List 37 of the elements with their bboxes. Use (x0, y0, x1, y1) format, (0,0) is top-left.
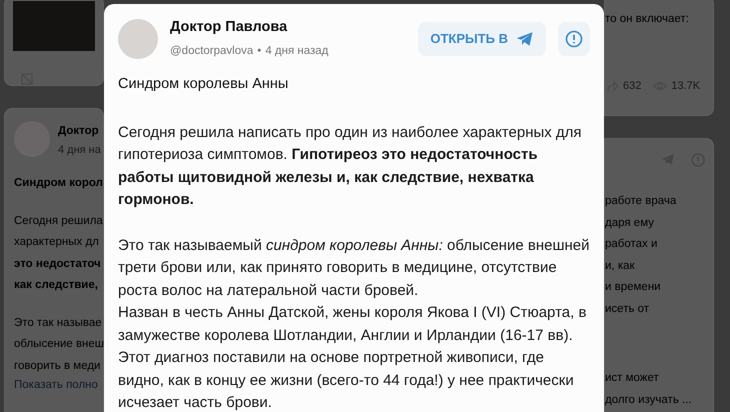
post-text-line: как следствие, (14, 278, 98, 293)
post-paragraph: Это так называемый синдром королевы Анны: облысение внешней трети брови или, как принято говорить в медицине, отсутствие роста волос на латеральной части бровей. (118, 236, 590, 301)
post-text-line: то он включает: (605, 12, 690, 27)
post-text-line: говорить в меди (14, 358, 100, 374)
post-text-line: работе врача (605, 194, 678, 209)
post-time: 4 дня на (58, 142, 101, 157)
telegram-icon (516, 30, 534, 46)
post-text-line: ист может (605, 371, 660, 386)
info-icon (565, 30, 583, 48)
separator-dot: • (257, 44, 262, 59)
share-count: 632 (623, 78, 642, 92)
open-in-telegram-button[interactable]: ОТКРЫТЬ В (418, 22, 546, 56)
post-text-line: даря ему (605, 216, 655, 230)
report-button[interactable] (558, 22, 590, 56)
show-more-link[interactable]: Показать полно (14, 377, 103, 393)
post-text-line: и времени (605, 280, 662, 295)
post-paragraph: Сегодня решила написать про один из наиболее характерных для гипотериоза симптомов. Гипотиреоз это недостаточность работы щитовидной железы и, как следствие, нехватка гормонов. (118, 122, 583, 210)
author-handle[interactable]: @doctorpavlova (170, 42, 254, 60)
post-text-line: характерных дл (14, 235, 99, 250)
post-text-line: облысение внеш (14, 337, 104, 352)
post-text-line: Сегодня решила (14, 214, 103, 228)
post-text-line: работах и (605, 237, 658, 252)
post-title: Синдром королевы Анны (118, 75, 290, 94)
post-text-line: и, как (605, 258, 636, 274)
post-text-line: это недостаточ (14, 256, 101, 272)
image-off-icon (21, 72, 33, 85)
post-paragraph: Назван в честь Анны Датской, жены короля Якова I (VI) Стюарта, в замужестве королева Шотландии, Англии и Ирландии (16-17 вв). (118, 303, 588, 346)
post-text-line: Это так называе (14, 316, 102, 330)
post-time: 4 дня назад (265, 44, 328, 59)
post-title: Синдром корол (14, 176, 103, 191)
author-name: Доктор (58, 124, 100, 140)
post-text-line: исеть от (605, 302, 650, 316)
author-name: Доктор Павлова (170, 18, 288, 37)
view-count: 13.7K (671, 78, 700, 92)
post-paragraph: Этот диагноз поставили на основе портретной живописи, где видно, как в концу ее жизни (всего-то 44 года!) у нее практически исчезает часть брови. (118, 348, 575, 412)
avatar-photo (118, 18, 158, 58)
post-text-line: долго изучать ... (605, 392, 693, 408)
